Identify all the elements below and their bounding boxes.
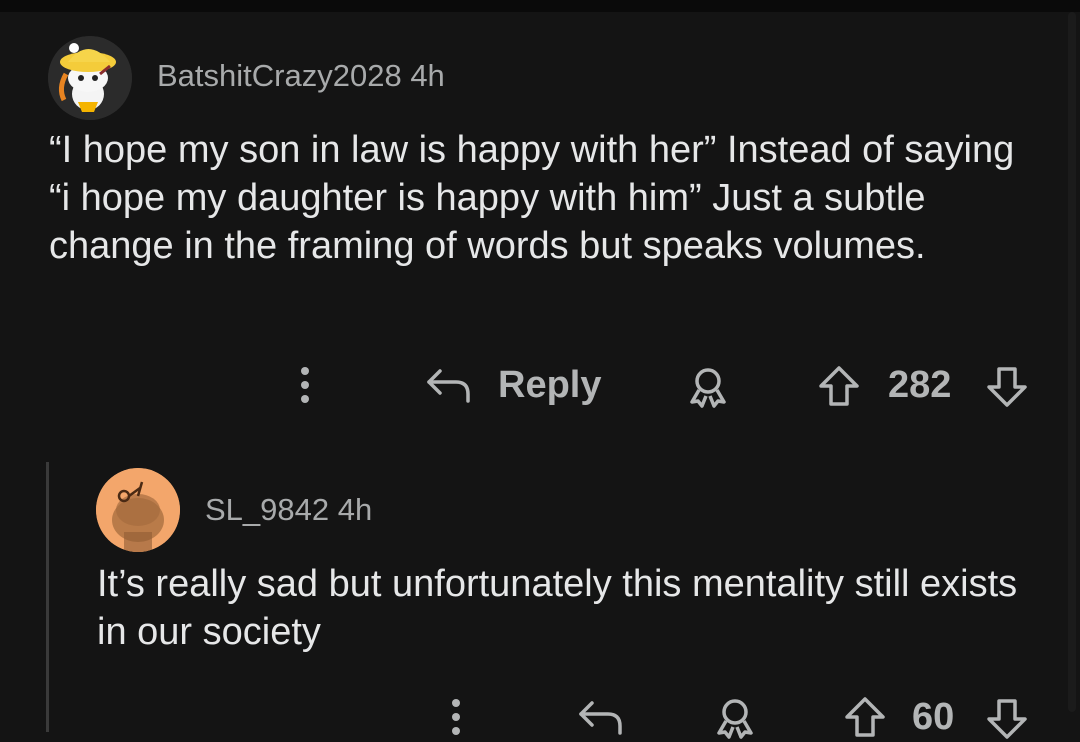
more-vertical-icon xyxy=(452,699,460,735)
upvote-button[interactable] xyxy=(817,363,861,409)
more-options-button[interactable] xyxy=(441,694,471,740)
downvote-button[interactable] xyxy=(985,696,1029,742)
comment-time: 4h xyxy=(410,58,445,93)
vote-score: 282 xyxy=(888,363,952,406)
reply-button[interactable] xyxy=(578,694,624,740)
downvote-button[interactable] xyxy=(985,364,1029,410)
more-options-button[interactable] xyxy=(290,362,320,408)
award-icon xyxy=(717,699,753,739)
avatar-hat-character-icon xyxy=(48,36,132,120)
reply-arrow-icon xyxy=(427,369,470,403)
comment-meta: BatshitCrazy2028 4h xyxy=(157,58,445,94)
reply-button[interactable]: Reply xyxy=(426,362,601,408)
user-avatar[interactable] xyxy=(48,36,132,120)
comment-body: “I hope my son in law is happy with her”… xyxy=(49,129,1015,267)
comment-time: 4h xyxy=(337,492,373,527)
vote-score: 60 xyxy=(912,695,955,738)
reply-label: Reply xyxy=(498,363,602,406)
downvote-arrow-icon xyxy=(987,367,1027,407)
author-name[interactable]: BatshitCrazy2028 xyxy=(157,58,402,93)
upvote-arrow-icon xyxy=(819,366,859,406)
award-icon xyxy=(690,368,726,408)
award-button[interactable] xyxy=(713,694,757,740)
user-avatar[interactable] xyxy=(96,468,180,552)
comment-2: SL_9842 4h It’s really sad but unfortuna… xyxy=(0,460,1080,739)
comment-1: BatshitCrazy2028 4h “I hope my son in la… xyxy=(0,0,1080,460)
author-name[interactable]: SL_9842 xyxy=(205,492,329,527)
downvote-arrow-icon xyxy=(987,699,1027,739)
comment-meta: SL_9842 4h xyxy=(205,492,372,528)
award-button[interactable] xyxy=(686,363,730,409)
snoo-avatar-icon xyxy=(96,468,180,552)
comment-body: It’s really sad but unfortunately this m… xyxy=(97,563,1018,653)
reply-arrow-icon xyxy=(579,701,622,735)
more-vertical-icon xyxy=(301,367,309,403)
upvote-button[interactable] xyxy=(843,694,887,740)
upvote-arrow-icon xyxy=(845,697,885,737)
